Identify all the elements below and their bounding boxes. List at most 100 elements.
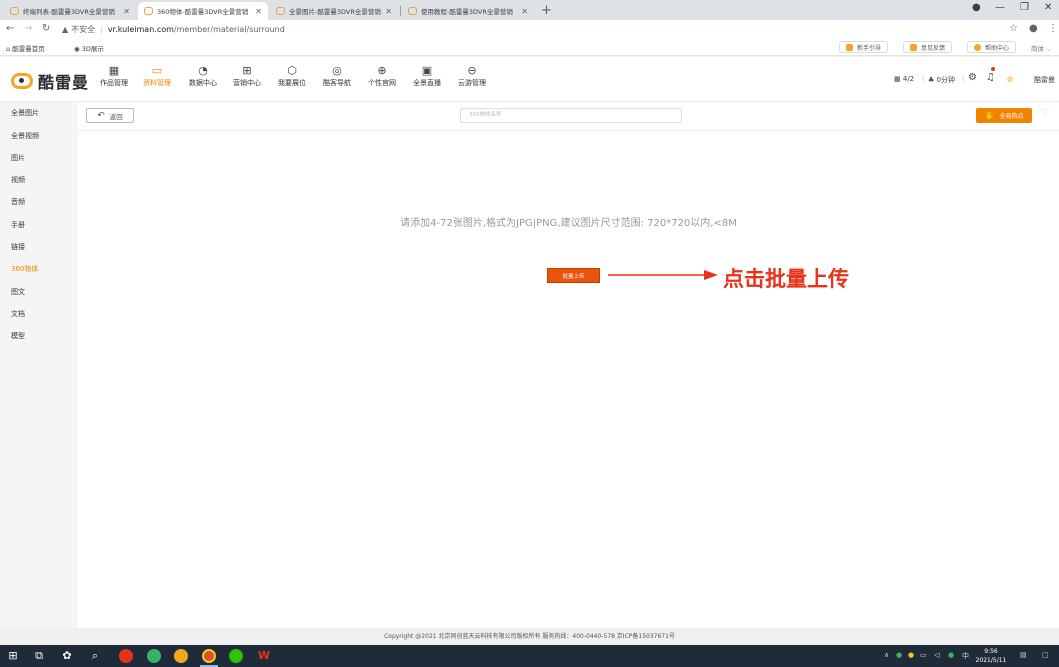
chevron-down-icon: ⌵ bbox=[1046, 45, 1052, 53]
nav-live[interactable]: ▣ 全景直播 bbox=[405, 63, 449, 88]
sidebar-item-panorama-videos[interactable]: 全景视频 bbox=[11, 131, 39, 141]
app-header: 酷雷曼 ▦ 作品管理 ▭ 资料管理 ◔ 数据中心 ⊞ 营销中心 ⬡ 我要展位 ◎… bbox=[0, 57, 1059, 102]
main-content: ↶ 返回 360物体名称 ✋ 全局热点 ♡ 请添加4-72张图片,格式为JPG|… bbox=[78, 102, 1059, 628]
logo[interactable]: 酷雷曼 bbox=[11, 69, 89, 93]
guide-label: 新手引导 bbox=[857, 44, 882, 52]
works-count[interactable]: ▦ 4/2 bbox=[894, 75, 914, 83]
nav-label: 云游管理 bbox=[458, 79, 486, 87]
chrome-icon[interactable] bbox=[202, 649, 216, 663]
sidebar-item-images[interactable]: 图片 bbox=[11, 153, 25, 163]
tray-app-icon[interactable]: ● bbox=[896, 651, 902, 659]
tab-title: 360物体-酷雷曼3DVR全景营销 bbox=[157, 8, 249, 16]
divider bbox=[78, 130, 1059, 131]
bookmark-label: 3D展示 bbox=[81, 45, 104, 53]
language-label: 简体 bbox=[1031, 45, 1044, 53]
chat-app-icon[interactable] bbox=[147, 649, 161, 663]
browser-tab[interactable]: 全景图片-酷雷曼3DVR全景营销 ✕ bbox=[270, 2, 398, 20]
url-field[interactable]: ▲ 不安全 | vr.kuleiman.com /member/material… bbox=[62, 22, 285, 36]
task-view-icon[interactable]: ⧉ bbox=[32, 649, 46, 663]
minutes-count[interactable]: ♣ 0分钟 bbox=[928, 75, 955, 85]
nav-navigation[interactable]: ◎ 酷客导航 bbox=[315, 63, 359, 88]
global-hotspot-button[interactable]: ✋ 全局热点 bbox=[976, 108, 1032, 123]
notification-bell-icon[interactable]: ♫ bbox=[986, 72, 995, 83]
hand-icon: ✋ bbox=[984, 111, 995, 120]
close-icon[interactable]: ✕ bbox=[123, 7, 130, 16]
sidebar-item-links[interactable]: 链接 bbox=[11, 242, 25, 252]
star-icon[interactable]: ☆ bbox=[1009, 23, 1018, 34]
sidebar-item-manuals[interactable]: 手册 bbox=[11, 220, 25, 230]
settings-gear-icon[interactable]: ⚙ bbox=[968, 72, 977, 83]
user-avatar-icon[interactable]: ◍ bbox=[1007, 75, 1013, 83]
reload-icon[interactable]: ↻ bbox=[42, 23, 50, 34]
help-label: 帮助中心 bbox=[985, 44, 1010, 52]
close-icon[interactable]: ✕ bbox=[521, 7, 528, 16]
cube-icon: ⬡ bbox=[287, 64, 297, 77]
back-button[interactable]: ↶ 返回 bbox=[86, 108, 134, 123]
tab-title: 使用教程-酷雷曼3DVR全景营销 bbox=[421, 8, 513, 16]
tray-app-icon[interactable]: ● bbox=[908, 651, 914, 659]
account-icon[interactable]: ● bbox=[1029, 23, 1038, 34]
bookmark-3d[interactable]: ◉ 3D展示 bbox=[74, 43, 104, 53]
feedback-button[interactable]: 意见反馈 bbox=[903, 41, 953, 53]
minimize-icon[interactable]: — bbox=[995, 2, 1005, 13]
wechat-tray-icon[interactable]: ● bbox=[948, 651, 954, 659]
close-window-icon[interactable]: ✕ bbox=[1044, 2, 1052, 13]
nav-works[interactable]: ▦ 作品管理 bbox=[92, 63, 136, 88]
address-bar-row: ← → ↻ ▲ 不安全 | vr.kuleiman.com /member/ma… bbox=[0, 20, 1059, 38]
search-icon[interactable]: ⌕ bbox=[88, 649, 102, 663]
browser-tab[interactable]: 终端列表-酷雷曼3DVR全景营销 ✕ bbox=[4, 2, 136, 20]
language-selector[interactable]: 简体 ⌵ bbox=[1031, 43, 1051, 54]
upload-hint-text: 请添加4-72张图片,格式为JPG|PNG,建议图片尺寸范围: 720*720以… bbox=[400, 218, 737, 229]
profile-icon[interactable]: ● bbox=[972, 2, 981, 13]
sidebar-item-audio[interactable]: 音频 bbox=[11, 197, 25, 207]
sidebar-item-documents[interactable]: 文档 bbox=[11, 309, 25, 319]
forward-arrow-icon[interactable]: → bbox=[24, 23, 32, 34]
sidebar-item-360-objects[interactable]: 360物体 bbox=[11, 264, 38, 274]
new-tab-button[interactable]: + bbox=[541, 3, 552, 18]
undo-arrow-icon: ↶ bbox=[97, 110, 105, 121]
close-icon[interactable]: ✕ bbox=[385, 7, 392, 16]
ime-indicator[interactable]: 中 bbox=[962, 651, 969, 661]
sidebar: 全景图片 全景视频 图片 视频 音频 手册 链接 360物体 图文 文档 模型 bbox=[0, 102, 78, 628]
user-name[interactable]: 酷雷曼 bbox=[1034, 75, 1055, 85]
restore-icon[interactable]: ❐ bbox=[1020, 2, 1029, 13]
browser-tab[interactable]: 使用教程-酷雷曼3DVR全景营销 ✕ bbox=[402, 2, 534, 20]
clock[interactable]: 9:56 2021/5/11 bbox=[974, 647, 1008, 665]
folder-icon: ▭ bbox=[151, 64, 163, 77]
browser-tab-active[interactable]: 360物体-酷雷曼3DVR全景营销 ✕ bbox=[138, 2, 268, 20]
nav-label: 作品管理 bbox=[100, 79, 128, 87]
tray-chevron-icon[interactable]: ∧ bbox=[884, 651, 889, 659]
volume-icon[interactable]: ◁ bbox=[934, 651, 939, 659]
bookmark-home[interactable]: ⌂ 酷雷曼首页 bbox=[6, 43, 45, 53]
nav-marketing[interactable]: ⊞ 营销中心 bbox=[225, 63, 269, 88]
nav-cloud-tour[interactable]: ⊖ 云游管理 bbox=[450, 63, 494, 88]
url-host: vr.kuleiman.com bbox=[107, 24, 174, 34]
nav-materials[interactable]: ▭ 资料管理 bbox=[135, 63, 179, 88]
apps-icon: ▦ bbox=[894, 75, 901, 83]
search-input[interactable]: 360物体名称 bbox=[460, 108, 682, 123]
nav-label: 全景直播 bbox=[413, 79, 441, 87]
network-icon[interactable]: ▭ bbox=[920, 651, 927, 659]
back-arrow-icon[interactable]: ← bbox=[6, 23, 14, 34]
notes-icon[interactable]: ▤ bbox=[1020, 651, 1027, 659]
menu-kebab-icon[interactable]: ⋮ bbox=[1048, 23, 1058, 34]
wps-icon[interactable]: W bbox=[257, 649, 271, 663]
wechat-icon[interactable] bbox=[229, 649, 243, 663]
batch-upload-button[interactable]: 批量上传 bbox=[547, 268, 600, 283]
guide-button[interactable]: 新手引导 bbox=[839, 41, 889, 53]
action-center-icon[interactable]: ▢ bbox=[1042, 651, 1049, 659]
close-icon[interactable]: ✕ bbox=[255, 7, 262, 16]
help-button[interactable]: 帮助中心 bbox=[967, 41, 1017, 53]
sidebar-item-panorama-images[interactable]: 全景图片 bbox=[11, 108, 39, 118]
sidebar-item-videos[interactable]: 视频 bbox=[11, 175, 25, 185]
sidebar-item-models[interactable]: 模型 bbox=[11, 331, 25, 341]
netease-music-icon[interactable] bbox=[119, 649, 133, 663]
nav-website[interactable]: ⊕ 个性官网 bbox=[360, 63, 404, 88]
windows-start-icon[interactable]: ⊞ bbox=[6, 649, 20, 663]
firefox-icon[interactable] bbox=[174, 649, 188, 663]
nav-data[interactable]: ◔ 数据中心 bbox=[181, 63, 225, 88]
sidebar-item-graphics[interactable]: 图文 bbox=[11, 287, 25, 297]
heart-icon[interactable]: ♡ bbox=[1041, 108, 1049, 118]
nav-booth[interactable]: ⬡ 我要展位 bbox=[270, 63, 314, 88]
app-icon[interactable]: ✿ bbox=[60, 649, 74, 663]
